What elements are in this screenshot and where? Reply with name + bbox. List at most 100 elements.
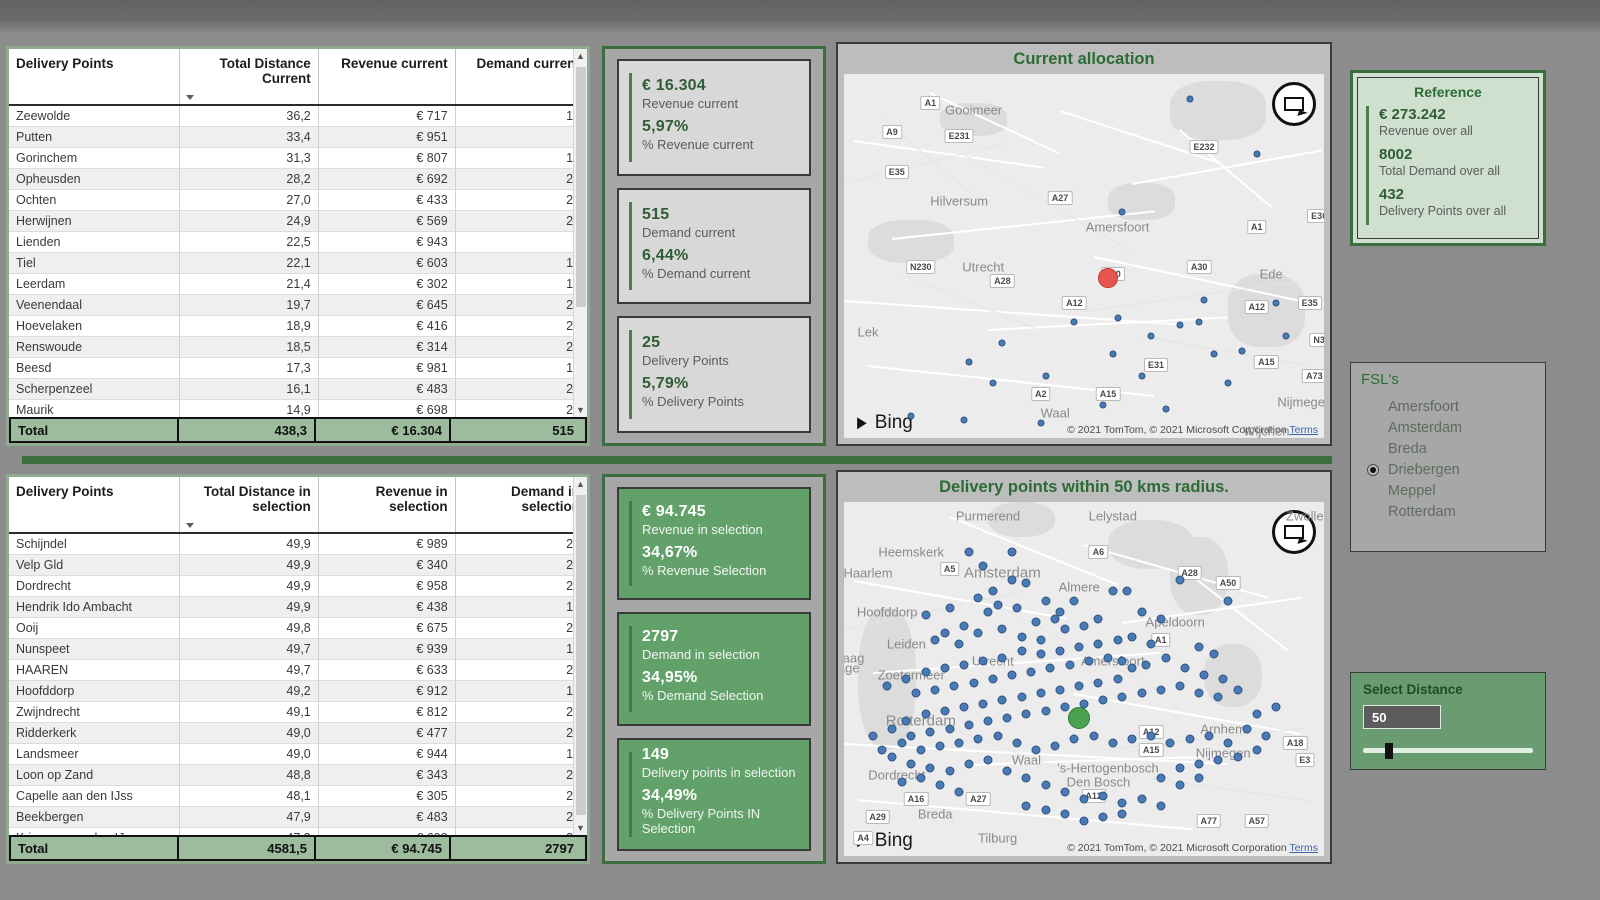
table-row[interactable]: Zeewolde36,2€ 71715 (9, 105, 587, 127)
map-marker[interactable] (1233, 685, 1243, 695)
map-marker[interactable] (1213, 755, 1223, 765)
map-marker[interactable] (1176, 321, 1184, 329)
map-marker[interactable] (916, 773, 926, 783)
table-row[interactable]: Putten33,4€ 9519 (9, 126, 587, 148)
map-marker[interactable] (1021, 773, 1031, 783)
map-marker[interactable] (959, 660, 969, 670)
map-marker[interactable] (1162, 405, 1170, 413)
map-marker[interactable] (1098, 812, 1108, 822)
map-marker[interactable] (989, 379, 997, 387)
map-marker[interactable] (1118, 208, 1126, 216)
map-marker[interactable] (1147, 332, 1155, 340)
scrollbar-thumb[interactable] (576, 495, 586, 815)
table-row[interactable]: Ridderkerk49,0€ 47724 (9, 722, 587, 744)
map-marker[interactable] (1186, 95, 1194, 103)
map-marker[interactable] (1060, 702, 1070, 712)
table-row[interactable]: Lienden22,5€ 9439 (9, 231, 587, 253)
map-marker[interactable] (1114, 314, 1122, 322)
map-marker[interactable] (1002, 766, 1012, 776)
fsl-option-list[interactable]: Amersfoort Amsterdam Breda Driebergen Meppel… (1361, 396, 1535, 522)
map-marker[interactable] (897, 777, 907, 787)
map-marker[interactable] (1180, 663, 1190, 673)
current-allocation-table[interactable]: Delivery Points Total Distance Current R… (9, 49, 587, 417)
map-marker[interactable] (1109, 350, 1117, 358)
map-marker[interactable] (945, 724, 955, 734)
table-row[interactable]: Beekbergen47,9€ 48328 (9, 806, 587, 828)
map-marker[interactable] (1007, 670, 1017, 680)
terms-link[interactable]: Terms (1289, 842, 1318, 854)
map-marker[interactable] (983, 716, 993, 726)
table-row[interactable]: Ochten27,0€ 43320 (9, 189, 587, 211)
distance-slider[interactable] (1363, 743, 1533, 759)
table-row[interactable]: Capelle aan den IJss48,1€ 30525 (9, 785, 587, 807)
fsl-option-amersfoort[interactable]: Amersfoort (1361, 396, 1535, 417)
map-marker[interactable] (1199, 670, 1209, 680)
column-header-total-distance-selection[interactable]: Total Distance in selection (179, 477, 319, 534)
map-marker[interactable] (964, 547, 974, 557)
map-marker[interactable] (1223, 738, 1233, 748)
map-marker[interactable] (954, 738, 964, 748)
map-marker[interactable] (1065, 660, 1075, 670)
kpi-card-revenue-selection[interactable]: € 94.745 Revenue in selection 34,67% % R… (617, 487, 811, 601)
map-marker[interactable] (945, 603, 955, 613)
map-marker[interactable] (973, 593, 983, 603)
map-marker[interactable] (988, 674, 998, 684)
map-marker[interactable] (897, 738, 907, 748)
fsl-option-driebergen[interactable]: Driebergen (1361, 459, 1535, 480)
map-marker[interactable] (1253, 150, 1261, 158)
fsl-option-breda[interactable]: Breda (1361, 438, 1535, 459)
map-marker[interactable] (1137, 794, 1147, 804)
map-marker[interactable] (1252, 745, 1262, 755)
table-row[interactable]: Renswoude18,5€ 31421 (9, 336, 587, 358)
table-row[interactable]: Gorinchem31,3€ 80718 (9, 147, 587, 169)
map-marker[interactable] (1209, 649, 1219, 659)
map-marker[interactable] (1141, 660, 1151, 670)
select-distance-panel[interactable]: Select Distance 50 (1350, 672, 1546, 770)
map-marker[interactable] (988, 586, 998, 595)
selection-table-panel[interactable]: Delivery Points Total Distance in select… (6, 474, 590, 864)
map-marker[interactable] (997, 624, 1007, 634)
map-marker[interactable] (1036, 635, 1046, 645)
map-marker[interactable] (1137, 607, 1147, 617)
map-marker[interactable] (1238, 347, 1246, 355)
map-marker[interactable] (901, 674, 911, 684)
map-marker[interactable] (997, 695, 1007, 705)
map-marker[interactable] (906, 731, 916, 741)
map-marker[interactable] (1223, 596, 1233, 606)
map-marker[interactable] (1021, 578, 1031, 588)
fsl-option-rotterdam[interactable]: Rotterdam (1361, 501, 1535, 522)
map-marker[interactable] (1007, 575, 1017, 585)
map-marker[interactable] (964, 720, 974, 730)
map-marker[interactable] (935, 741, 945, 751)
map-marker[interactable] (954, 639, 964, 649)
map-marker[interactable] (887, 752, 897, 762)
map-marker[interactable] (1272, 299, 1280, 307)
map-marker[interactable] (1127, 734, 1137, 744)
map-marker[interactable] (916, 745, 926, 755)
kpi-card-delivery-points[interactable]: 25 Delivery Points 5,79% % Delivery Poin… (617, 316, 811, 434)
map-select-tool-icon[interactable] (1272, 82, 1316, 126)
map-marker[interactable] (1213, 692, 1223, 702)
map-marker[interactable] (1161, 653, 1171, 663)
map-panel-radius[interactable]: Delivery points within 50 kms radius. ► … (836, 470, 1332, 864)
map-marker[interactable] (1218, 674, 1228, 684)
map-marker[interactable] (954, 787, 964, 797)
map-marker[interactable] (911, 688, 921, 698)
map-marker[interactable] (1138, 372, 1146, 380)
map-panel-current-allocation[interactable]: Current allocation ► Bing © 2021 TomTom,… (836, 42, 1332, 446)
map-marker[interactable] (969, 678, 979, 688)
map-marker[interactable] (1210, 350, 1218, 358)
map-marker[interactable] (1093, 614, 1103, 624)
map-marker[interactable] (1041, 596, 1051, 606)
map-marker[interactable] (1041, 706, 1051, 716)
map-marker[interactable] (868, 731, 878, 741)
column-header-delivery-points[interactable]: Delivery Points (9, 49, 180, 106)
kpi-card-revenue-current[interactable]: € 16.304 Revenue current 5,97% % Revenue… (617, 59, 811, 176)
map-marker[interactable] (978, 561, 988, 571)
map-marker[interactable] (1194, 642, 1204, 652)
column-header-delivery-points[interactable]: Delivery Points (9, 477, 180, 534)
table-row[interactable]: Loon op Zand48,8€ 34323 (9, 764, 587, 786)
table-row[interactable]: Leerdam21,4€ 30218 (9, 273, 587, 295)
table-row[interactable]: Zwijndrecht49,1€ 81227 (9, 701, 587, 723)
map-marker[interactable] (1108, 738, 1118, 748)
